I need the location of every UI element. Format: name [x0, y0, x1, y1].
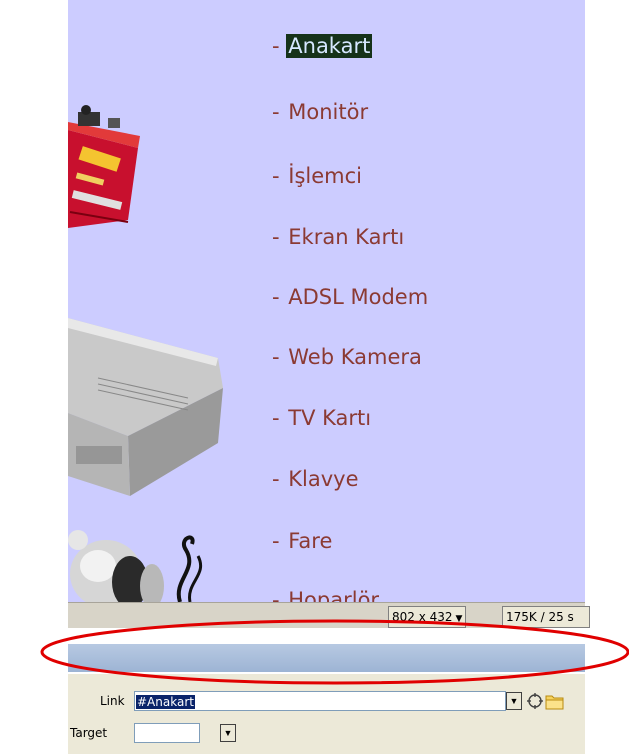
menu-link-klavye[interactable]: - Klavye — [272, 467, 361, 491]
target-select[interactable] — [134, 723, 200, 743]
menu-link-label: Hoparlör — [288, 588, 380, 602]
menu-dash: - — [272, 406, 280, 430]
menu-link-islemci[interactable]: - İşlemci — [272, 164, 364, 188]
menu-link-adsl-modem[interactable]: - ADSL Modem — [272, 285, 430, 309]
menu-link-anakart[interactable]: - Anakart — [272, 34, 373, 58]
browse-folder-icon[interactable] — [545, 693, 565, 710]
status-bar: 802 x 432 ▼ 175K / 25 s — [68, 602, 590, 629]
mouse-image — [68, 530, 203, 602]
menu-link-fare[interactable]: - Fare — [272, 529, 334, 553]
menu-link-hoparlor[interactable]: - Hoparlör — [272, 588, 381, 602]
menu-link-web-kamera[interactable]: - Web Kamera — [272, 345, 424, 369]
link-input[interactable]: #Anakart — [134, 691, 506, 711]
menu-link-monitor[interactable]: - Monitör — [272, 100, 370, 124]
target-dropdown-arrow-icon[interactable]: ▼ — [220, 724, 236, 742]
link-input-value: #Anakart — [136, 695, 195, 709]
design-view-canvas[interactable]: - Anakart - Monitör - İşlemci - Ekran Ka… — [68, 0, 585, 602]
menu-link-label: Ekran Kartı — [288, 225, 405, 249]
menu-dash: - — [272, 34, 280, 58]
menu-dash: - — [272, 529, 280, 553]
menu-link-label: Anakart — [286, 34, 373, 58]
menu-dash: - — [272, 100, 280, 124]
menu-dash: - — [272, 164, 280, 188]
window-size-dropdown[interactable]: 802 x 432 ▼ — [388, 606, 467, 628]
panel-group-strip — [68, 628, 585, 674]
menu-dash: - — [272, 225, 280, 249]
menu-link-label: TV Kartı — [288, 406, 372, 430]
menu-link-label: Klavye — [288, 467, 359, 491]
window-size-value: 802 x 432 — [392, 610, 453, 624]
adsl-modem-image — [68, 318, 223, 496]
menu-link-label: Web Kamera — [288, 345, 422, 369]
target-label: Target — [70, 726, 108, 740]
menu-link-label: Fare — [288, 529, 333, 553]
download-stats: 175K / 25 s — [502, 606, 590, 628]
motherboard-image — [68, 105, 140, 228]
link-dropdown-arrow-icon[interactable]: ▼ — [506, 692, 522, 710]
menu-dash: - — [272, 467, 280, 491]
menu-link-label: ADSL Modem — [288, 285, 429, 309]
menu-dash: - — [272, 345, 280, 369]
menu-link-label: Monitör — [288, 100, 369, 124]
menu-dash: - — [272, 588, 280, 602]
dreamweaver-window: (J — [0, 0, 629, 754]
property-inspector: Link #Anakart ▼ Target ▼ — [68, 674, 585, 754]
menu-link-ekran-karti[interactable]: - Ekran Kartı — [272, 225, 406, 249]
menu-dash: - — [272, 285, 280, 309]
dropdown-arrow-icon: ▼ — [455, 614, 463, 624]
menu-link-tv-karti[interactable]: - TV Kartı — [272, 406, 373, 430]
link-label: Link — [100, 694, 125, 708]
point-to-file-icon[interactable] — [526, 692, 544, 710]
menu-link-label: İşlemci — [288, 164, 362, 188]
panel-title-bar[interactable] — [68, 644, 585, 672]
